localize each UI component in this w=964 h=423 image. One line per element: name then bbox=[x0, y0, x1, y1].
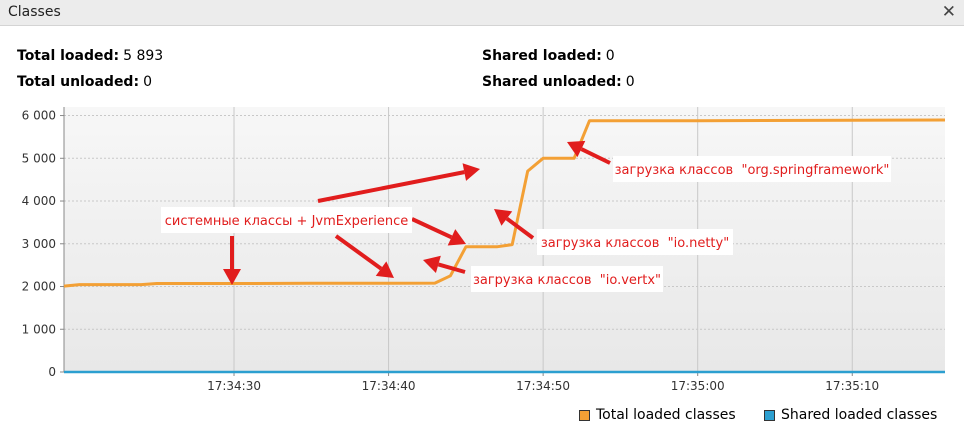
annotation-netty: загрузка классов "io.netty" bbox=[541, 236, 729, 251]
y-tick-label: 2 000 bbox=[22, 280, 56, 294]
legend-label-shared: Shared loaded classes bbox=[781, 407, 938, 423]
y-tick-label: 1 000 bbox=[22, 322, 56, 336]
legend-swatch-total bbox=[579, 409, 590, 421]
x-tick-label: 17:35:10 bbox=[825, 379, 879, 393]
x-tick-label: 17:34:30 bbox=[207, 379, 261, 393]
y-tick-label: 0 bbox=[48, 365, 56, 379]
annotation-springframework: загрузка классов "org.springframework" bbox=[615, 163, 890, 178]
annotation-system-classes: системные классы + JvmExperience bbox=[165, 214, 409, 229]
y-tick-label: 6 000 bbox=[22, 109, 56, 123]
legend-item-total: Total loaded classes bbox=[579, 407, 736, 423]
y-tick-label: 5 000 bbox=[22, 151, 56, 165]
legend-label-total: Total loaded classes bbox=[596, 407, 736, 423]
y-tick-label: 4 000 bbox=[22, 194, 56, 208]
x-tick-label: 17:35:00 bbox=[671, 379, 725, 393]
annotation-vertx: загрузка классов "io.vertx" bbox=[473, 273, 661, 288]
y-tick-label: 3 000 bbox=[22, 237, 56, 251]
legend-swatch-shared bbox=[764, 409, 775, 421]
plot-area bbox=[64, 107, 945, 372]
x-tick-label: 17:34:40 bbox=[362, 379, 416, 393]
x-tick-label: 17:34:50 bbox=[516, 379, 570, 393]
legend-item-shared: Shared loaded classes bbox=[764, 407, 937, 423]
classes-chart: 0 1 000 2 000 3 000 4 000 5 000 6 000 17:34:30 1… bbox=[22, 107, 946, 393]
